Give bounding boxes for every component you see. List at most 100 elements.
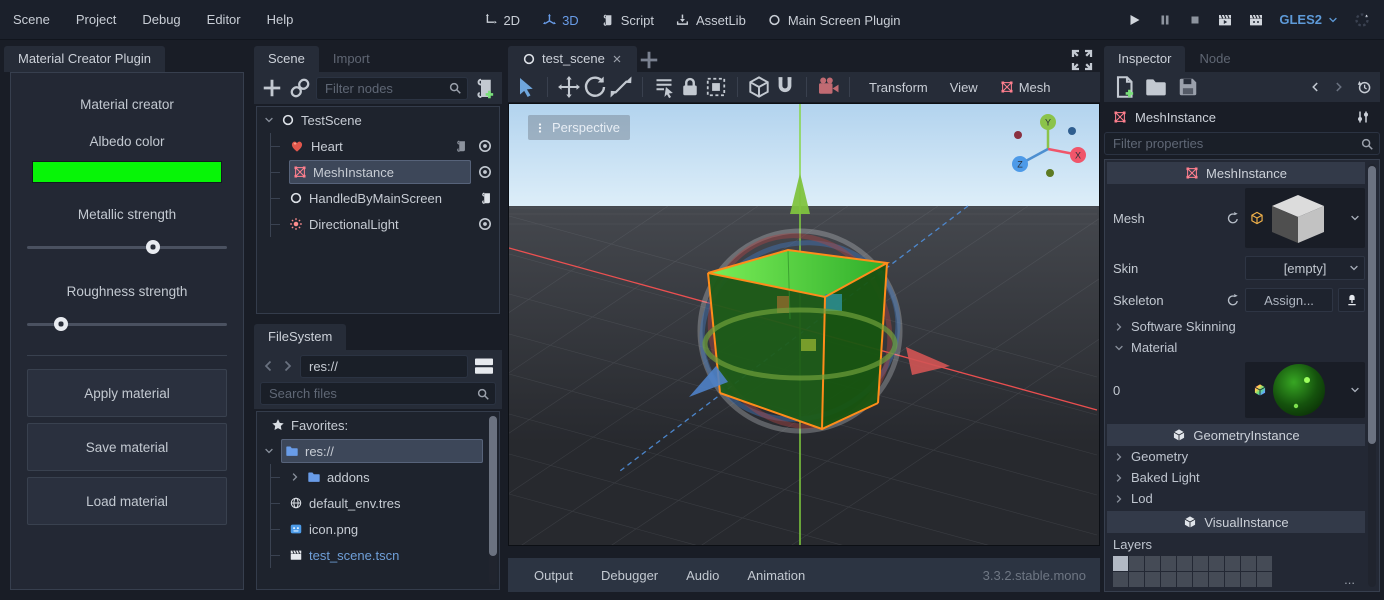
- search-files-input[interactable]: [260, 382, 496, 405]
- tree-row-handledbymainscreen[interactable]: HandledByMainScreen: [257, 185, 499, 211]
- new-scene-tab-icon[interactable]: [637, 48, 661, 72]
- dock-menu-icon[interactable]: [486, 334, 502, 350]
- attach-script-icon[interactable]: [472, 76, 496, 100]
- tree-row-addons[interactable]: addons: [257, 464, 499, 490]
- close-icon[interactable]: [611, 53, 623, 65]
- nav-back-icon[interactable]: [260, 354, 276, 378]
- layer-cell[interactable]: [1145, 572, 1160, 587]
- visibility-eye-icon[interactable]: [477, 216, 493, 232]
- revert-icon[interactable]: [1226, 211, 1240, 225]
- rotate-tool-icon[interactable]: [583, 75, 607, 99]
- tree-row-testscene[interactable]: TestScene: [257, 107, 499, 133]
- skeleton-assign-button[interactable]: Assign...: [1245, 288, 1333, 312]
- layer-cell[interactable]: [1225, 572, 1240, 587]
- menu-help[interactable]: Help: [254, 8, 307, 31]
- instance-scene-icon[interactable]: [288, 76, 312, 100]
- filter-properties-input[interactable]: [1104, 132, 1380, 155]
- add-node-icon[interactable]: [260, 76, 284, 100]
- distraction-free-icon[interactable]: [1070, 48, 1094, 72]
- select-list-icon[interactable]: [652, 75, 676, 99]
- tree-row-res-root[interactable]: res://: [257, 438, 499, 464]
- play-custom-scene-button[interactable]: [1248, 12, 1264, 28]
- layer-cell[interactable]: [1177, 572, 1192, 587]
- group-geometry[interactable]: Geometry: [1105, 446, 1367, 467]
- tab-audio[interactable]: Audio: [674, 564, 731, 587]
- workspace-3d[interactable]: 3D: [542, 13, 579, 28]
- layer-cell[interactable]: [1129, 556, 1144, 571]
- layer-cell[interactable]: [1209, 572, 1224, 587]
- skeleton-pick-button[interactable]: [1338, 288, 1365, 312]
- split-view-icon[interactable]: [472, 354, 496, 378]
- albedo-swatch[interactable]: [32, 161, 222, 183]
- layer-cell[interactable]: [1161, 556, 1176, 571]
- roughness-slider[interactable]: [27, 317, 227, 331]
- tab-material-creator-plugin[interactable]: Material Creator Plugin: [4, 46, 165, 72]
- layer-cell[interactable]: [1257, 572, 1272, 587]
- group-icon[interactable]: [704, 75, 728, 99]
- tab-output[interactable]: Output: [522, 564, 585, 587]
- filesystem-scrollbar[interactable]: [489, 416, 497, 585]
- chevron-right-icon[interactable]: [289, 471, 301, 483]
- layer-cell[interactable]: [1129, 572, 1144, 587]
- path-field[interactable]: [300, 355, 468, 378]
- layer-cell[interactable]: [1225, 556, 1240, 571]
- axis-gizmo[interactable]: Y X Z: [1012, 114, 1086, 177]
- chevron-down-icon[interactable]: [1349, 212, 1361, 224]
- filter-nodes-input[interactable]: [316, 77, 468, 100]
- layer-cell[interactable]: [1113, 572, 1128, 587]
- tree-row-directionallight[interactable]: DirectionalLight: [257, 211, 499, 237]
- visibility-eye-icon[interactable]: [477, 138, 493, 154]
- tab-scene[interactable]: Scene: [254, 46, 319, 72]
- pause-button[interactable]: [1157, 12, 1173, 28]
- nav-forward-icon[interactable]: [280, 354, 296, 378]
- dock-menu-icon[interactable]: [486, 56, 502, 72]
- perspective-button[interactable]: Perspective: [528, 115, 630, 140]
- lock-icon[interactable]: [678, 75, 702, 99]
- menu-project[interactable]: Project: [63, 8, 129, 31]
- scale-tool-icon[interactable]: [609, 75, 633, 99]
- scrollbar-thumb[interactable]: [489, 416, 497, 556]
- object-history-icon[interactable]: [1356, 79, 1372, 95]
- transform-menu[interactable]: Transform: [859, 77, 938, 98]
- play-scene-button[interactable]: [1217, 12, 1233, 28]
- layer-cell[interactable]: [1209, 556, 1224, 571]
- group-material[interactable]: Material: [1105, 337, 1367, 358]
- node-tools-icon[interactable]: [1355, 109, 1371, 125]
- 3d-viewport[interactable]: Y X Z Perspective: [508, 103, 1100, 546]
- script-badge-icon[interactable]: [479, 191, 493, 205]
- load-resource-icon[interactable]: [1144, 75, 1168, 99]
- apply-material-button[interactable]: Apply material: [27, 369, 227, 417]
- snap-icon[interactable]: [773, 75, 797, 99]
- renderer-dropdown[interactable]: GLES2: [1279, 12, 1339, 27]
- tree-row-default-env[interactable]: default_env.tres: [257, 490, 499, 516]
- script-badge-icon[interactable]: [454, 139, 468, 153]
- workspace-assetlib[interactable]: AssetLib: [676, 13, 746, 28]
- tab-import[interactable]: Import: [319, 46, 384, 72]
- tree-row-icon-png[interactable]: icon.png: [257, 516, 499, 542]
- scrollbar-thumb[interactable]: [1368, 166, 1376, 444]
- chevron-down-icon[interactable]: [263, 114, 275, 126]
- tree-row-favorites[interactable]: Favorites:: [257, 412, 499, 438]
- mesh-resource-picker[interactable]: [1245, 188, 1365, 248]
- tab-node[interactable]: Node: [1185, 46, 1244, 72]
- tab-filesystem[interactable]: FileSystem: [254, 324, 346, 350]
- chevron-down-icon[interactable]: [1348, 262, 1360, 274]
- stop-button[interactable]: [1188, 13, 1202, 27]
- metallic-slider[interactable]: [27, 240, 227, 254]
- local-space-icon[interactable]: [747, 75, 771, 99]
- workspace-main-screen-plugin[interactable]: Main Screen Plugin: [768, 13, 901, 28]
- view-menu[interactable]: View: [940, 77, 988, 98]
- tab-test-scene[interactable]: test_scene: [508, 46, 637, 72]
- roughness-slider-thumb[interactable]: [54, 317, 68, 331]
- history-back-icon[interactable]: [1308, 80, 1322, 94]
- layers-more-button[interactable]: ...: [1344, 572, 1359, 587]
- load-material-button[interactable]: Load material: [27, 477, 227, 525]
- layer-cell[interactable]: [1241, 572, 1256, 587]
- layer-cell[interactable]: [1145, 556, 1160, 571]
- layer-cell[interactable]: [1161, 572, 1176, 587]
- menu-scene[interactable]: Scene: [0, 8, 63, 31]
- workspace-script[interactable]: Script: [601, 13, 654, 28]
- layer-cell[interactable]: [1241, 556, 1256, 571]
- group-lod[interactable]: Lod: [1105, 488, 1367, 509]
- layer-cell[interactable]: [1177, 556, 1192, 571]
